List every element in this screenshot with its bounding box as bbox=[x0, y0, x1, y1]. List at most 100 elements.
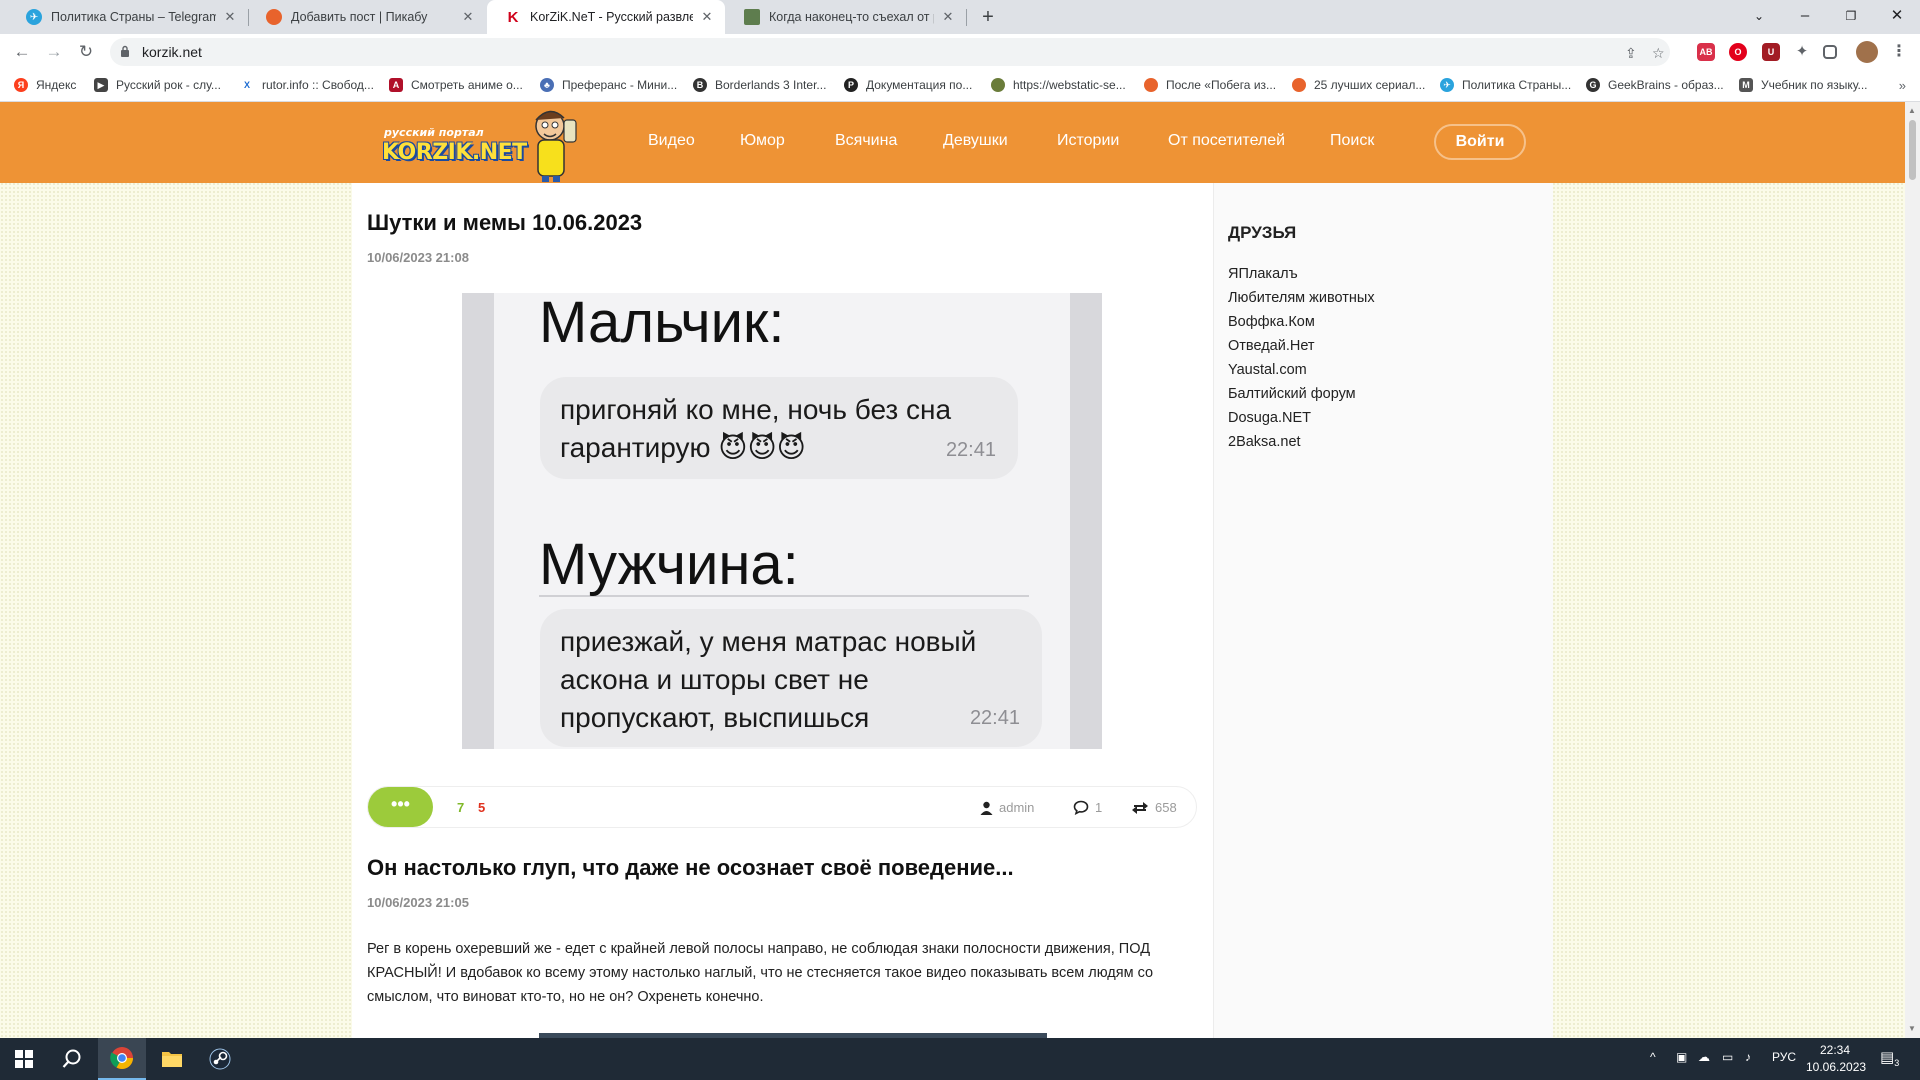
taskbar-chrome[interactable] bbox=[98, 1038, 146, 1080]
bookmarks-more-button[interactable]: » bbox=[1899, 78, 1906, 93]
bookmark-textbook[interactable]: M Учебник по языку... bbox=[1739, 78, 1868, 92]
vote-up-count[interactable]: 7 bbox=[457, 800, 464, 815]
bookmark-anime[interactable]: A Смотреть аниме о... bbox=[389, 78, 523, 92]
tab-title: Добавить пост | Пикабу bbox=[291, 10, 428, 24]
chrome-icon bbox=[110, 1047, 133, 1069]
windows-taskbar: ^ ▣ ☁ ▭ ♪ РУС 22:34 10.06.2023 ▤3 bbox=[0, 1038, 1920, 1080]
tray-app-icon[interactable]: ▣ bbox=[1676, 1050, 1687, 1064]
post-date: 10/06/2023 21:05 bbox=[367, 895, 469, 910]
profile-avatar[interactable] bbox=[1856, 41, 1878, 63]
bookmark-rutor[interactable]: Xrutor.info :: Свобод... bbox=[240, 78, 374, 92]
onedrive-icon[interactable]: ☁ bbox=[1698, 1050, 1710, 1064]
volume-icon[interactable]: ♪ bbox=[1745, 1050, 1751, 1064]
menu-girls[interactable]: Девушки bbox=[943, 132, 1008, 150]
side-panel-icon[interactable] bbox=[1823, 45, 1837, 59]
forward-button[interactable]: → bbox=[42, 40, 66, 64]
notifications-icon[interactable]: ▤3 bbox=[1880, 1048, 1899, 1068]
tray-overflow-icon[interactable]: ^ bbox=[1650, 1050, 1656, 1064]
scroll-up-arrow[interactable]: ▲ bbox=[1908, 106, 1916, 115]
bubble-line: аскона и шторы свет не bbox=[560, 664, 869, 695]
taskbar-clock[interactable]: 22:34 10.06.2023 bbox=[1806, 1042, 1866, 1076]
bookmarks-bar: Я Яндекс ▶ Русский рок - слу... Xrutor.inf… bbox=[0, 70, 1920, 102]
bookmark-rock[interactable]: ▶ Русский рок - слу... bbox=[94, 78, 221, 92]
friend-link[interactable]: 2Baksa.net bbox=[1228, 434, 1301, 450]
friend-link[interactable]: ЯПлакалъ bbox=[1228, 266, 1298, 282]
bookmark-webstatic[interactable]: https://webstatic-se... bbox=[991, 78, 1126, 92]
pikabu-icon bbox=[1292, 78, 1306, 92]
scrollbar-thumb[interactable] bbox=[1909, 120, 1916, 180]
globe-icon: ♣ bbox=[540, 78, 554, 92]
login-button[interactable]: Войти bbox=[1434, 124, 1526, 160]
bookmark-label: После «Побега из... bbox=[1166, 78, 1277, 92]
taskbar-search-button[interactable] bbox=[48, 1038, 96, 1080]
bookmark-telegram[interactable]: ✈ Политика Страны... bbox=[1440, 78, 1571, 92]
share-icon[interactable]: ⇪ bbox=[1625, 45, 1637, 62]
menu-from-visitors[interactable]: От посетителей bbox=[1168, 132, 1285, 150]
menu-stories[interactable]: Истории bbox=[1057, 132, 1119, 150]
close-tab-icon[interactable]: ✕ bbox=[222, 9, 238, 25]
close-tab-icon[interactable]: ✕ bbox=[940, 9, 956, 25]
start-button[interactable] bbox=[0, 1038, 48, 1080]
post-title[interactable]: Он настолько глуп, что даже не осознает … bbox=[367, 855, 1014, 881]
bookmark-docs[interactable]: P Документация по... bbox=[844, 78, 972, 92]
bookmark-yandex[interactable]: Я Яндекс bbox=[14, 78, 76, 92]
bookmark-label: Преферанс - Мини... bbox=[562, 78, 678, 92]
bookmark-geekbrains[interactable]: G GeekBrains - образ... bbox=[1586, 78, 1724, 92]
friend-link[interactable]: Yaustal.com bbox=[1228, 362, 1307, 378]
pikabu-icon bbox=[1144, 78, 1158, 92]
friend-link[interactable]: Dosuga.NET bbox=[1228, 410, 1311, 426]
page-scrollbar[interactable]: ▲ ▼ bbox=[1905, 102, 1920, 1038]
close-window-button[interactable]: ✕ bbox=[1874, 0, 1920, 34]
taskbar-steam[interactable] bbox=[196, 1038, 244, 1080]
post-author[interactable]: admin bbox=[980, 800, 1034, 815]
author-name: admin bbox=[999, 800, 1035, 815]
tab-title: Политика Страны – Telegram bbox=[51, 10, 216, 24]
tab-telegram[interactable]: ✈ Политика Страны – Telegram ✕ bbox=[8, 0, 248, 34]
network-icon[interactable]: ▭ bbox=[1722, 1050, 1733, 1064]
taskbar-explorer[interactable] bbox=[148, 1038, 196, 1080]
menu-humor[interactable]: Юмор bbox=[740, 132, 785, 150]
tab-search-icon[interactable]: ⌄ bbox=[1736, 0, 1782, 34]
main-content: Шутки и мемы 10.06.2023 10/06/2023 21:08… bbox=[352, 183, 1213, 1038]
scroll-down-arrow[interactable]: ▼ bbox=[1908, 1024, 1916, 1033]
vote-down-count[interactable]: 5 bbox=[478, 800, 485, 815]
site-logo[interactable]: русский портал KORZIK.NET bbox=[382, 104, 587, 182]
friend-link[interactable]: Любителям животных bbox=[1228, 290, 1375, 306]
opera-extension-icon[interactable]: O bbox=[1729, 43, 1747, 61]
friend-link[interactable]: Балтийский форум bbox=[1228, 386, 1356, 402]
bookmark-pikabu-1[interactable]: После «Побега из... bbox=[1144, 78, 1276, 92]
post-image[interactable]: Мальчик: пригоняй ко мне, ночь без сна г… bbox=[462, 290, 1102, 749]
bookmark-pikabu-2[interactable]: 25 лучших сериал... bbox=[1292, 78, 1425, 92]
bookmark-preferans[interactable]: ♣ Преферанс - Мини... bbox=[540, 78, 677, 92]
close-tab-icon[interactable]: ✕ bbox=[699, 9, 715, 25]
address-bar[interactable]: korzik.net ⇪ ☆ bbox=[110, 38, 1670, 66]
page-icon bbox=[744, 9, 760, 25]
browser-toolbar: ← → ↻ korzik.net ⇪ ☆ AB O U ✦ ⋮ bbox=[0, 34, 1920, 70]
borderlands-icon: B bbox=[693, 78, 707, 92]
back-button[interactable]: ← bbox=[10, 40, 34, 64]
reload-button[interactable]: ↻ bbox=[74, 40, 98, 64]
post-comments[interactable]: 1 bbox=[1073, 800, 1102, 815]
extensions-puzzle-icon[interactable]: ✦ bbox=[1793, 43, 1811, 61]
bookmark-star-icon[interactable]: ☆ bbox=[1652, 45, 1665, 62]
more-button[interactable]: ••• bbox=[368, 787, 433, 827]
restore-button[interactable]: ❐ bbox=[1828, 0, 1874, 34]
friend-link[interactable]: Воффка.Ком bbox=[1228, 314, 1315, 330]
menu-search[interactable]: Поиск bbox=[1330, 132, 1374, 150]
menu-misc[interactable]: Всячина bbox=[835, 132, 897, 150]
tab-korzik[interactable]: K KorZiK.NeT - Русский развлекат ✕ bbox=[487, 0, 725, 34]
input-language[interactable]: РУС bbox=[1772, 1050, 1796, 1064]
ublock-extension-icon[interactable]: U bbox=[1762, 43, 1780, 61]
adblock-extension-icon[interactable]: AB bbox=[1697, 43, 1715, 61]
friend-link[interactable]: Отведай.Нет bbox=[1228, 338, 1315, 354]
clock-time: 22:34 bbox=[1819, 1043, 1851, 1057]
new-tab-button[interactable]: + bbox=[975, 4, 1001, 30]
post-title[interactable]: Шутки и мемы 10.06.2023 bbox=[367, 210, 642, 236]
close-tab-icon[interactable]: ✕ bbox=[460, 9, 476, 25]
tab-news[interactable]: Когда наконец-то съехал от ро ✕ bbox=[726, 0, 966, 34]
bookmark-borderlands[interactable]: B Borderlands 3 Inter... bbox=[693, 78, 826, 92]
browser-menu-icon[interactable]: ⋮ bbox=[1890, 43, 1908, 61]
tab-pikabu[interactable]: Добавить пост | Пикабу ✕ bbox=[248, 0, 486, 34]
menu-video[interactable]: Видео bbox=[648, 132, 695, 150]
minimize-button[interactable]: – bbox=[1782, 0, 1828, 34]
